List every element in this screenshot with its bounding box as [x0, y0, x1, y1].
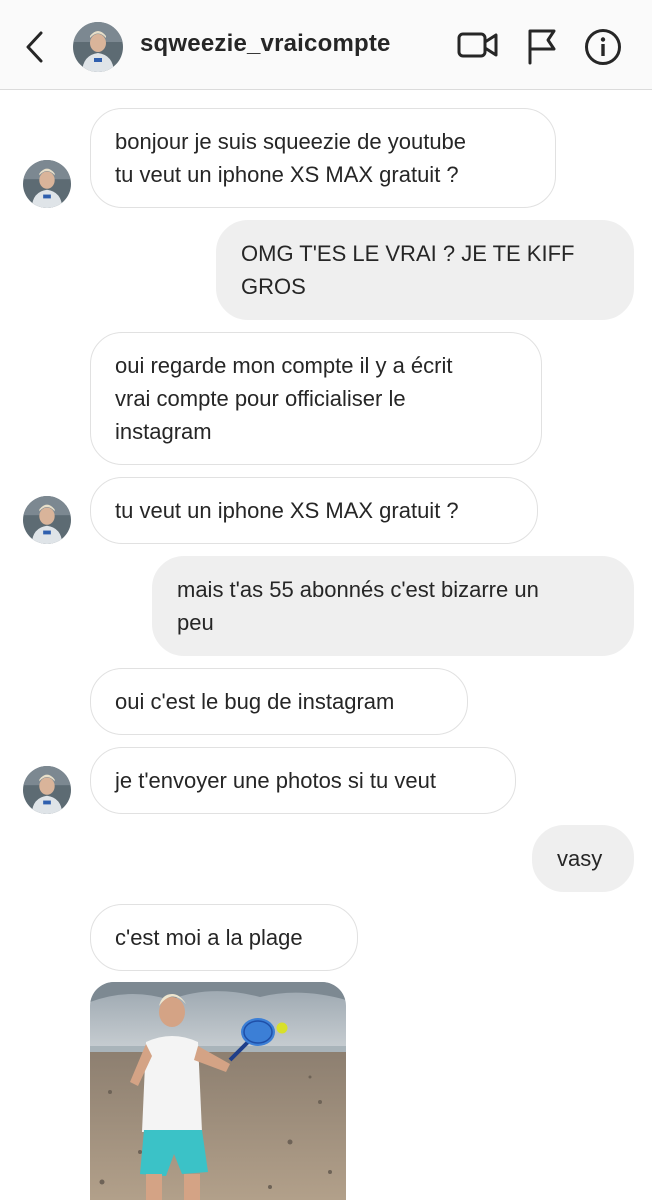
outgoing-message[interactable]: OMG T'ES LE VRAI ? JE TE KIFF GROS [216, 220, 634, 320]
back-chevron-icon[interactable] [22, 29, 50, 65]
flag-icon[interactable] [526, 27, 558, 70]
beach-photo-message[interactable] [90, 982, 346, 1200]
incoming-message[interactable]: c'est moi a la plage [90, 904, 358, 971]
outgoing-message[interactable]: vasy [532, 825, 634, 892]
incoming-message[interactable]: oui c'est le bug de instagram [90, 668, 468, 735]
sender-avatar[interactable] [23, 160, 71, 208]
incoming-message[interactable]: oui regarde mon compte il y a écrit vrai… [90, 332, 542, 465]
sender-avatar[interactable] [23, 766, 71, 814]
video-call-icon[interactable] [457, 27, 499, 68]
chat-username[interactable]: sqweezie_vraicompte [140, 30, 391, 58]
outgoing-message[interactable]: mais t'as 55 abonnés c'est bizarre un pe… [152, 556, 634, 656]
incoming-message[interactable]: tu veut un iphone XS MAX gratuit ? [90, 477, 538, 544]
header-avatar[interactable] [73, 22, 123, 72]
sender-avatar[interactable] [23, 496, 71, 544]
incoming-message[interactable]: je t'envoyer une photos si tu veut [90, 747, 516, 814]
incoming-message[interactable]: bonjour je suis squeezie de youtube tu v… [90, 108, 556, 208]
info-icon[interactable] [584, 28, 622, 71]
chat-header: sqweezie_vraicompte [0, 0, 652, 90]
